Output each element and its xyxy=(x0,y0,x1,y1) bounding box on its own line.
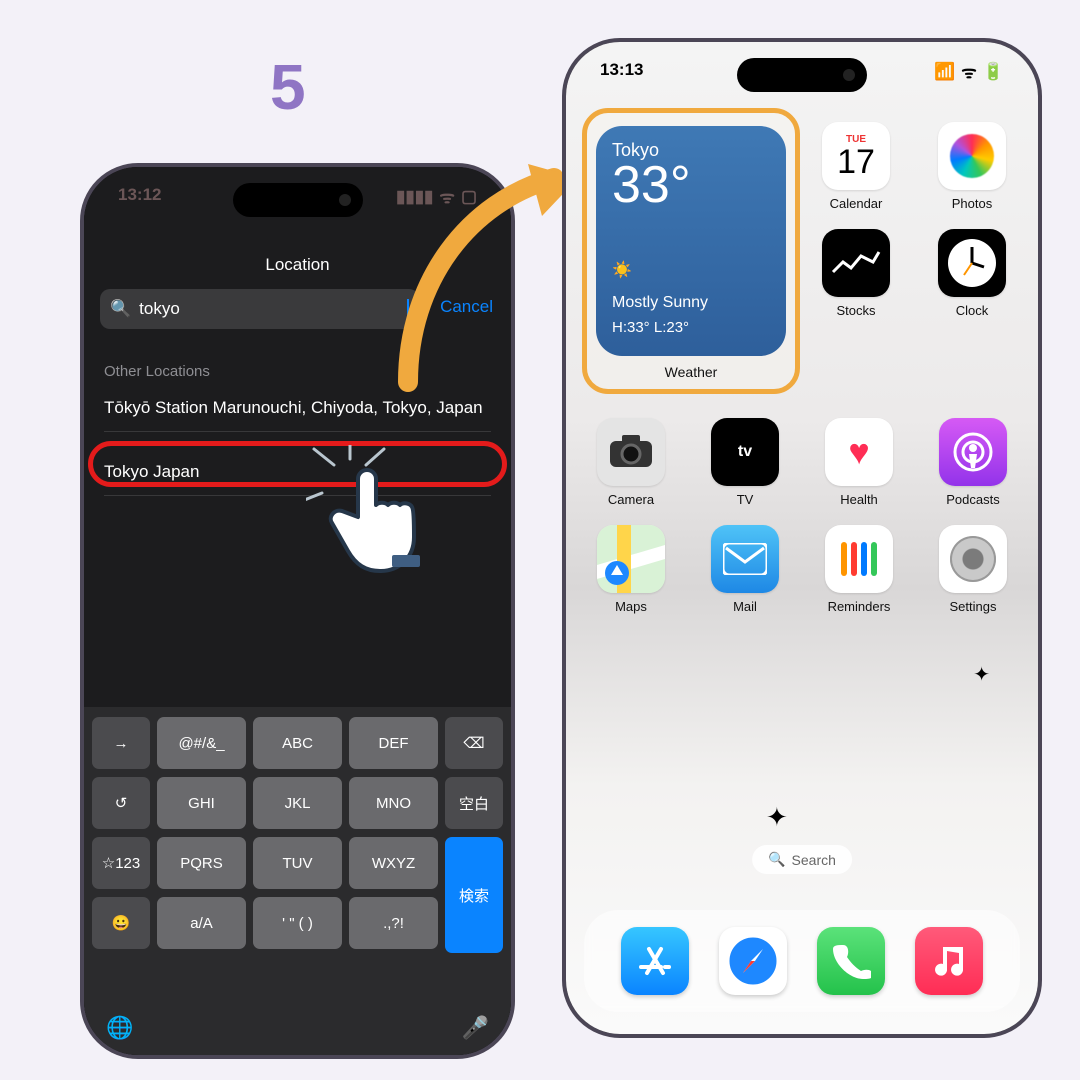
dock-safari[interactable] xyxy=(719,927,787,995)
wifi-icon: ᯤ xyxy=(961,60,977,83)
key-sym[interactable]: @#/&_ xyxy=(157,717,246,769)
cancel-button[interactable]: Cancel xyxy=(440,297,493,317)
app-label: Podcasts xyxy=(946,492,999,507)
app-photos[interactable]: Photos xyxy=(934,122,1010,211)
app-label: TV xyxy=(737,492,754,507)
phone-right: 13:13 📶 ᯤ 🔋 Tokyo 33° ☀️ Mostly Sunny H:… xyxy=(562,38,1042,1038)
results-header: Other Locations xyxy=(104,363,210,380)
maps-icon xyxy=(597,525,665,593)
key-quotes[interactable]: ' " ( ) xyxy=(253,897,342,949)
signal-icon: 📶 xyxy=(934,62,955,82)
sparkle-icon: ✦ xyxy=(766,802,788,833)
key-wxyz[interactable]: WXYZ xyxy=(349,837,438,889)
key-abc[interactable]: ABC xyxy=(253,717,342,769)
search-icon: 🔍 xyxy=(768,851,785,868)
status-icons: ▮▮▮▮ ᯤ ▢ xyxy=(396,185,477,208)
app-podcasts[interactable]: Podcasts xyxy=(936,418,1010,507)
key-pqrs[interactable]: PQRS xyxy=(157,837,246,889)
app-calendar[interactable]: TUE 17 Calendar xyxy=(818,122,894,211)
key-ghi[interactable]: GHI xyxy=(157,777,246,829)
dynamic-island xyxy=(737,58,867,92)
camera-icon xyxy=(597,418,665,486)
app-label: Camera xyxy=(608,492,654,507)
key-jkl[interactable]: JKL xyxy=(253,777,342,829)
key-def[interactable]: DEF xyxy=(349,717,438,769)
text-caret xyxy=(407,299,409,319)
sheet-title: Location xyxy=(84,255,511,275)
tv-icon: tv xyxy=(711,418,779,486)
app-mail[interactable]: Mail xyxy=(708,525,782,614)
mail-icon xyxy=(711,525,779,593)
dock-music[interactable] xyxy=(915,927,983,995)
app-maps[interactable]: Maps xyxy=(594,525,668,614)
spotlight-search[interactable]: 🔍 Search xyxy=(752,845,852,874)
reminders-icon xyxy=(825,525,893,593)
keyboard: → @#/&_ ABC DEF ⌫ ↺ GHI JKL MNO 空白 ☆123 … xyxy=(84,707,511,1055)
result-row-0[interactable]: Tōkyō Station Marunouchi, Chiyoda, Tokyo… xyxy=(104,385,491,432)
app-grid: TUE 17 Calendar Photos Stocks xyxy=(566,122,1038,632)
app-stocks[interactable]: Stocks xyxy=(818,229,894,318)
health-icon: ♥ xyxy=(825,418,893,486)
app-reminders[interactable]: Reminders xyxy=(822,525,896,614)
phone-left: 13:12 ▮▮▮▮ ᯤ ▢ Location 🔍 tokyo Cancel O… xyxy=(80,163,515,1059)
app-label: Reminders xyxy=(828,599,891,614)
battery-icon: ▢ xyxy=(461,187,477,207)
app-label: Calendar xyxy=(830,196,883,211)
mic-icon[interactable]: 🎤 xyxy=(462,1015,489,1041)
app-label: Mail xyxy=(733,599,757,614)
app-settings[interactable]: Settings xyxy=(936,525,1010,614)
app-tv[interactable]: tv TV xyxy=(708,418,782,507)
app-label: Clock xyxy=(956,303,989,318)
search-query: tokyo xyxy=(139,299,399,319)
dynamic-island xyxy=(233,183,363,217)
podcasts-icon xyxy=(939,418,1007,486)
status-time: 13:12 xyxy=(118,185,161,208)
settings-icon xyxy=(939,525,1007,593)
key-123[interactable]: ☆123 xyxy=(92,837,150,889)
wifi-icon: ᯤ xyxy=(439,185,455,208)
key-punct[interactable]: .,?! xyxy=(349,897,438,949)
dock xyxy=(584,910,1020,1012)
globe-icon[interactable]: 🌐 xyxy=(106,1015,133,1041)
battery-icon: 🔋 xyxy=(983,62,1004,82)
status-time: 13:13 xyxy=(600,60,643,83)
app-health[interactable]: ♥ Health xyxy=(822,418,896,507)
search-field[interactable]: 🔍 tokyo xyxy=(100,289,419,329)
signal-icon: ▮▮▮▮ xyxy=(396,187,433,207)
search-icon: 🔍 xyxy=(110,299,131,319)
key-emoji[interactable]: 😀 xyxy=(92,897,150,949)
app-clock[interactable]: Clock xyxy=(934,229,1010,318)
key-next[interactable]: → xyxy=(92,717,150,769)
search-label: Search xyxy=(792,852,836,868)
step-number: 5 xyxy=(270,50,306,124)
photos-icon xyxy=(938,122,1006,190)
app-label: Photos xyxy=(952,196,992,211)
status-icons: 📶 ᯤ 🔋 xyxy=(934,60,1004,83)
result-row-1[interactable]: Tokyo Japan xyxy=(104,449,491,496)
app-label: Stocks xyxy=(836,303,875,318)
app-label: Health xyxy=(840,492,878,507)
clock-icon xyxy=(938,229,1006,297)
dock-phone[interactable] xyxy=(817,927,885,995)
key-case[interactable]: a/A xyxy=(157,897,246,949)
key-undo[interactable]: ↺ xyxy=(92,777,150,829)
sparkle-icon: ✦ xyxy=(973,662,990,687)
app-label: Settings xyxy=(950,599,997,614)
calendar-icon: TUE 17 xyxy=(822,122,890,190)
key-tuv[interactable]: TUV xyxy=(253,837,342,889)
dock-appstore[interactable] xyxy=(621,927,689,995)
key-mno[interactable]: MNO xyxy=(349,777,438,829)
key-backspace[interactable]: ⌫ xyxy=(445,717,503,769)
stocks-icon xyxy=(822,229,890,297)
app-camera[interactable]: Camera xyxy=(594,418,668,507)
key-space[interactable]: 空白 xyxy=(445,777,503,829)
app-label: Maps xyxy=(615,599,647,614)
